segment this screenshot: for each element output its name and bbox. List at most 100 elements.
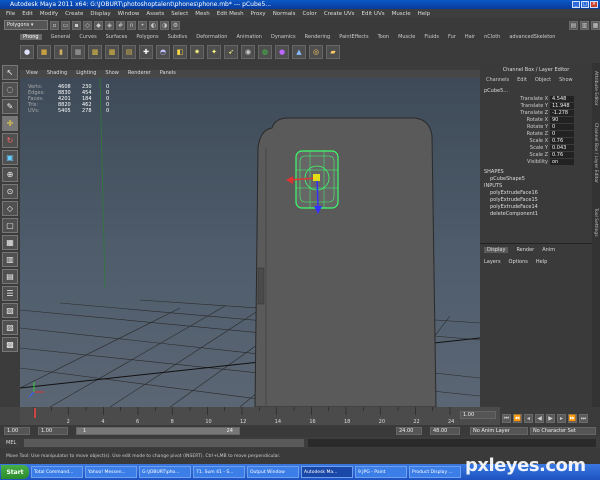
shelf-tab-rendering[interactable]: Rendering (305, 34, 331, 40)
soft-mod-icon[interactable]: ⊙ (2, 184, 18, 199)
shelf-tab-general[interactable]: General (51, 34, 71, 40)
playback-end-field[interactable]: 24.00 (396, 427, 422, 435)
shader-sphere-icon[interactable]: ● (20, 45, 34, 59)
cb-menu-object[interactable]: Object (535, 77, 551, 83)
input-node[interactable]: deleteComponent1 (480, 211, 592, 218)
render-settings-icon[interactable]: ⚙ (171, 20, 180, 30)
taskbar-item[interactable]: 9.JPG - Paint (355, 466, 407, 478)
layer-menu-options[interactable]: Options (509, 259, 528, 265)
menu-color[interactable]: Color (302, 11, 316, 17)
shader-checker-icon[interactable]: ▦ (71, 45, 85, 59)
play-back-icon[interactable]: ◀ (535, 414, 544, 423)
cb-menu-channels[interactable]: Channels (486, 77, 509, 83)
menu-muscle[interactable]: Muscle (392, 11, 411, 17)
mode-dropdown[interactable]: Polygons ▾ (4, 20, 48, 30)
menu-file[interactable]: File (6, 11, 15, 17)
layer-tab-anim[interactable]: Anim (542, 247, 555, 253)
paint-select-icon[interactable]: ✎ (2, 99, 18, 114)
attr-value-field[interactable]: 0.043 (550, 144, 574, 151)
shader-tile-icon[interactable]: ▩ (105, 45, 119, 59)
menu-edit[interactable]: Edit (22, 11, 33, 17)
vp-menu-show[interactable]: Show (105, 70, 119, 78)
menu-create[interactable]: Create (65, 11, 83, 17)
attr-value-field[interactable]: 0.76 (550, 151, 574, 158)
shelf-tab-curves[interactable]: Curves (79, 34, 96, 40)
save-scene-icon[interactable]: ▪ (72, 20, 81, 30)
layout-outliner-icon[interactable]: ☰ (2, 286, 18, 301)
shelf-plane-icon[interactable]: ▰ (326, 45, 340, 59)
shelf-tab-painteffects[interactable]: PaintEffects (339, 34, 368, 40)
go-to-start-icon[interactable]: ⏮ (502, 414, 511, 423)
menu-normals[interactable]: Normals (273, 11, 296, 17)
select-tool-icon[interactable]: ↖ (2, 65, 18, 80)
attr-value-field[interactable]: -1.278 (550, 109, 574, 116)
attr-value-field[interactable]: 0 (550, 130, 574, 137)
command-input[interactable] (24, 439, 304, 447)
vp-menu-panels[interactable]: Panels (160, 70, 176, 78)
layout-four-icon[interactable]: ▦ (2, 235, 18, 250)
menu-display[interactable]: Display (90, 11, 110, 17)
lasso-tool-icon[interactable]: ◌ (2, 82, 18, 97)
current-time-marker[interactable] (34, 408, 36, 418)
light-point-icon[interactable]: ✷ (190, 45, 204, 59)
hypershade-icon[interactable]: ◓ (156, 45, 170, 59)
time-slider[interactable]: 2 4 6 8 10 12 14 16 18 20 22 24 1.00 (20, 407, 500, 425)
select-component-icon[interactable]: ◈ (105, 20, 114, 30)
shelf-tab-phong[interactable]: Phong (20, 33, 42, 40)
menu-proxy[interactable]: Proxy (251, 11, 266, 17)
shelf-sphere-icon[interactable]: ● (275, 45, 289, 59)
attr-value-field[interactable]: 90 (550, 116, 574, 123)
input-node[interactable]: polyExtrudeFace16 (480, 190, 592, 197)
layer-menu-layers[interactable]: Layers (484, 259, 501, 265)
attr-value-field[interactable]: 0 (550, 123, 574, 130)
side-tab-tool-settings[interactable]: Tool Settings (593, 208, 598, 237)
menu-edit-mesh[interactable]: Edit Mesh (217, 11, 244, 17)
scale-tool-icon[interactable]: ▣ (2, 150, 18, 165)
shelf-tab-fluids[interactable]: Fluids (424, 34, 439, 40)
menu-create-uvs[interactable]: Create UVs (324, 11, 355, 17)
ipr-render-icon[interactable]: ◑ (160, 20, 169, 30)
new-scene-icon[interactable]: ▫ (50, 20, 59, 30)
step-back-key-icon[interactable]: ⏪ (513, 414, 522, 423)
input-node[interactable]: polyExtrudeFace14 (480, 204, 592, 211)
perspective-viewport[interactable]: Verts: 4608 230 0 Edges: 8830 454 0 Faces: 4201… (20, 78, 480, 407)
start-button[interactable]: Start (1, 465, 29, 479)
layer-tab-display[interactable]: Display (484, 247, 509, 253)
menu-assets[interactable]: Assets (146, 11, 164, 17)
shader-cylinder-icon[interactable]: ▮ (54, 45, 68, 59)
texture-icon[interactable]: ◧ (173, 45, 187, 59)
light-spot-icon[interactable]: ✦ (207, 45, 221, 59)
camera-icon[interactable]: ◉ (241, 45, 255, 59)
layout-persp-graph-icon[interactable]: ▤ (2, 269, 18, 284)
taskbar-item[interactable]: Total Command... (31, 466, 83, 478)
close-button[interactable]: × (590, 1, 598, 8)
shelf-tab-polygons[interactable]: Polygons (136, 34, 158, 40)
layer-menu-help[interactable]: Help (536, 259, 547, 265)
shader-grid-icon[interactable]: ▩ (88, 45, 102, 59)
menu-select[interactable]: Select (171, 11, 188, 17)
menu-modify[interactable]: Modify (40, 11, 58, 17)
shelf-tab-toon[interactable]: Toon (378, 34, 390, 40)
attr-value-field[interactable]: 11.948 (550, 102, 574, 109)
shelf-tab-surfaces[interactable]: Surfaces (106, 34, 128, 40)
last-tool-icon[interactable]: ◇ (2, 201, 18, 216)
shelf-tab-muscle[interactable]: Muscle (398, 34, 415, 40)
shelf-torus-icon[interactable]: ◎ (309, 45, 323, 59)
current-time-field[interactable]: 1.00 (460, 411, 496, 419)
taskbar-item-active[interactable]: Autodesk Ma... (301, 466, 353, 478)
layout-render-icon[interactable]: ▩ (2, 337, 18, 352)
go-to-end-icon[interactable]: ⏭ (579, 414, 588, 423)
attr-value-field[interactable]: 0.76 (550, 137, 574, 144)
snap-grid-icon[interactable]: # (116, 20, 125, 30)
shelf-cone-icon[interactable]: ▲ (292, 45, 306, 59)
character-set-dropdown[interactable]: No Character Set (530, 427, 596, 435)
shader-stripe-icon[interactable]: ▤ (122, 45, 136, 59)
shape-node[interactable]: pCubeShape5 (480, 176, 592, 183)
layout-side-icon[interactable]: ▥ (2, 252, 18, 267)
taskbar-item[interactable]: Product Display ... (409, 466, 461, 478)
input-node[interactable]: polyExtrudeFace15 (480, 197, 592, 204)
mel-label[interactable]: MEL (0, 440, 20, 446)
taskbar-item[interactable]: Yahoo! Messen... (85, 466, 137, 478)
menu-edit-uvs[interactable]: Edit UVs (362, 11, 385, 17)
shelf-tab-subdivs[interactable]: Subdivs (168, 34, 188, 40)
